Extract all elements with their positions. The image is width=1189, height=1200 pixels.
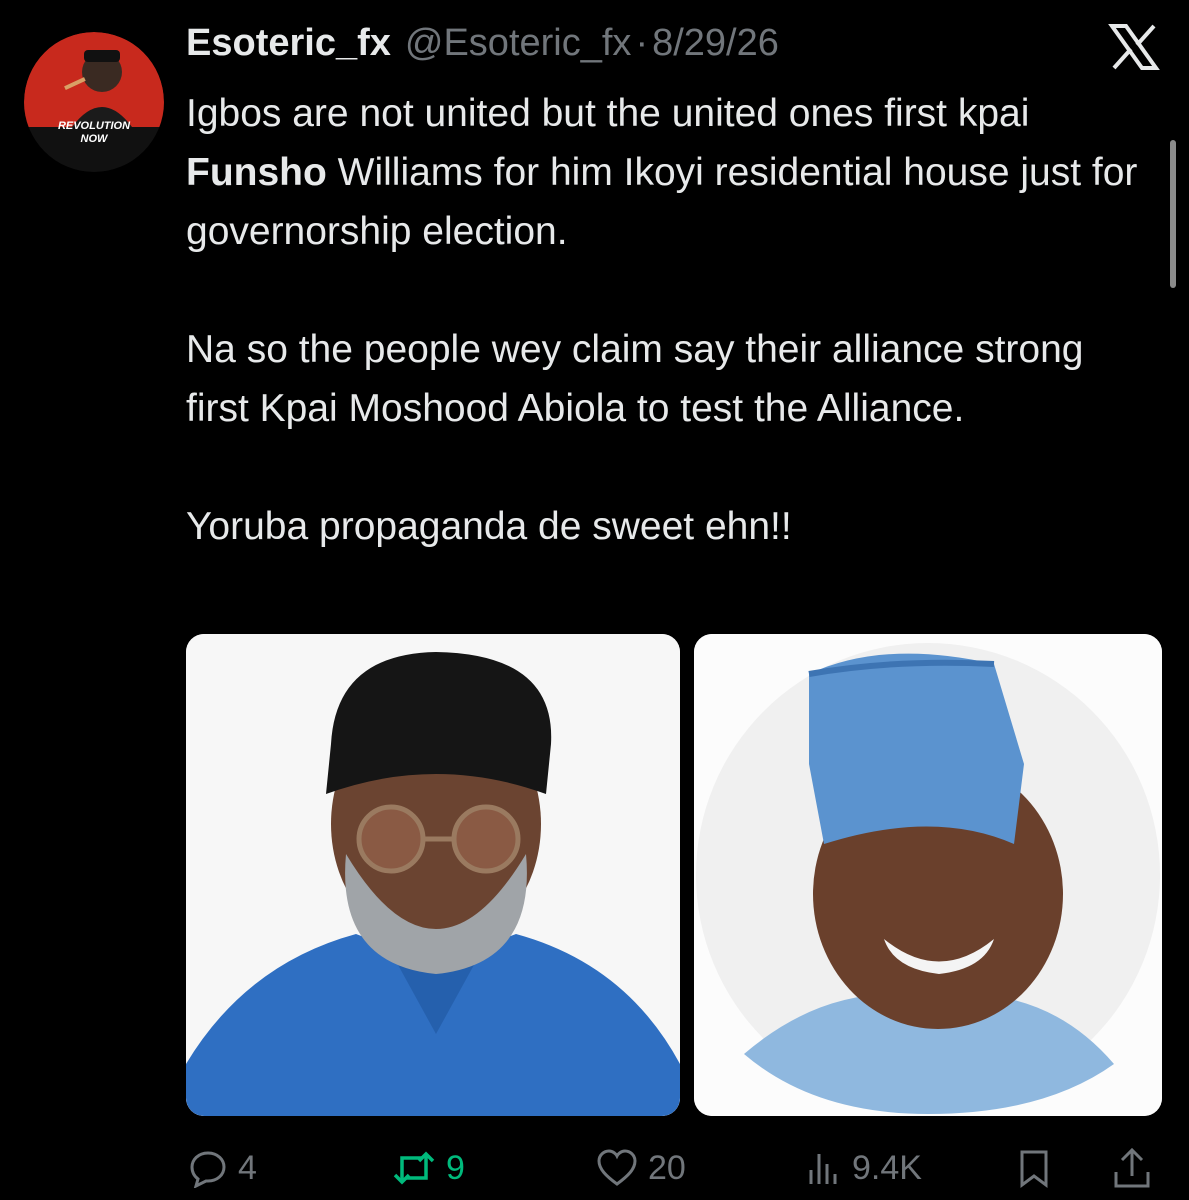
- share-icon: [1114, 1147, 1150, 1188]
- reply-button[interactable]: 4: [188, 1140, 257, 1196]
- reply-count: 4: [238, 1148, 257, 1187]
- avatar[interactable]: REVOLUTION NOW: [24, 32, 164, 172]
- avatar-image: [24, 32, 164, 172]
- bookmark-icon: [1020, 1150, 1048, 1188]
- tweet-text: Igbos are not united but the united ones…: [186, 84, 1156, 556]
- header-separator: ·: [635, 22, 649, 64]
- bold-text: Funsho: [186, 151, 327, 194]
- like-button[interactable]: 20: [596, 1140, 686, 1196]
- repost-button[interactable]: 9: [392, 1140, 465, 1196]
- action-bar: 4 9 20 9.4K: [186, 1140, 1161, 1196]
- x-logo-icon: [1108, 24, 1160, 70]
- view-count: 9.4K: [852, 1148, 922, 1187]
- portrait-left-image: [186, 634, 680, 1116]
- avatar-caption: REVOLUTION NOW: [57, 120, 131, 145]
- media-photo-left[interactable]: [186, 634, 680, 1116]
- scrollbar[interactable]: [1170, 140, 1176, 288]
- tweet-paragraph-1: Igbos are not united but the united ones…: [186, 92, 1138, 253]
- share-button[interactable]: [1111, 1140, 1163, 1196]
- like-count: 20: [648, 1148, 686, 1187]
- tweet-date[interactable]: 8/29/26: [652, 22, 779, 65]
- author-display-name[interactable]: Esoteric_fx: [186, 22, 391, 65]
- bookmark-button[interactable]: [1016, 1140, 1062, 1196]
- author-handle[interactable]: @Esoteric_fx: [405, 22, 632, 65]
- media-photo-right[interactable]: [694, 634, 1162, 1116]
- tweet-paragraph-2: Na so the people wey claim say their all…: [186, 328, 1084, 430]
- repost-count: 9: [446, 1148, 465, 1187]
- views-icon: [809, 1154, 837, 1184]
- views-button[interactable]: 9.4K: [806, 1140, 922, 1196]
- tweet-paragraph-3: Yoruba propaganda de sweet ehn!!: [186, 505, 792, 548]
- repost-icon: [393, 1151, 435, 1185]
- like-icon: [597, 1149, 637, 1186]
- tweet-header: Esoteric_fx @Esoteric_fx · 8/29/26: [186, 22, 779, 72]
- reply-icon: [190, 1151, 226, 1188]
- portrait-right-image: [694, 634, 1162, 1116]
